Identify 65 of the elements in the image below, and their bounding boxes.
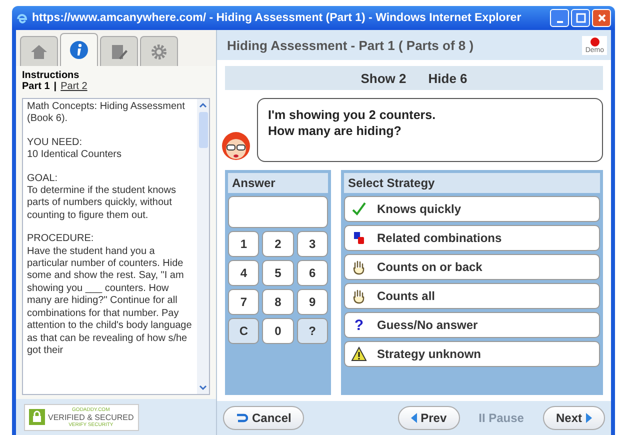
- window-title: https://www.amcanywhere.com/ - Hiding Assessment (Part 1) - Windows Internet Explorer: [32, 12, 522, 24]
- teacher-avatar-drawing: [221, 130, 251, 162]
- part-separator: |: [54, 81, 57, 92]
- sidebar-tab[interactable]: [100, 36, 138, 66]
- keypad-key[interactable]: 4: [228, 260, 260, 286]
- sidebar-tab[interactable]: [20, 36, 58, 66]
- hand-icon: [351, 288, 367, 304]
- prompt-text: How many are hiding?: [268, 123, 402, 139]
- left-triangle-icon: [410, 413, 417, 423]
- instruction-paragraph: YOU NEED: 10 Identical Counters: [27, 136, 123, 162]
- keypad-key[interactable]: 7: [228, 289, 260, 315]
- browser-logo-icon: [16, 12, 28, 24]
- settings-icon: [149, 42, 169, 62]
- keypad-key[interactable]: ?: [296, 318, 328, 344]
- keypad-key[interactable]: 3: [296, 231, 328, 257]
- close-icon: [596, 13, 606, 23]
- keypad-key[interactable]: 9: [296, 289, 328, 315]
- part-link[interactable]: Part 1: [22, 81, 50, 92]
- record-dot-icon: [590, 36, 600, 46]
- prompt-text: I'm showing you 2 counters.: [268, 107, 437, 123]
- instruction-paragraph: Math Concepts: Hiding Assessment (Book 6).: [27, 101, 186, 126]
- strategy-option[interactable]: Counts on or back: [344, 254, 600, 280]
- strategy-option[interactable]: Related combinations: [344, 225, 600, 251]
- scroll-up-icon[interactable]: [199, 102, 207, 108]
- assessment-title: Hiding Assessment - Part 1 ( Parts of 8 ): [227, 38, 475, 52]
- right-triangle-icon: [586, 413, 592, 423]
- keypad-key[interactable]: 1: [228, 231, 260, 257]
- strategy-option[interactable]: Knows quickly: [344, 196, 600, 222]
- scrollbar[interactable]: [197, 99, 209, 394]
- scrollbar-thumb[interactable]: [198, 112, 208, 148]
- question-mark-icon: ?: [351, 316, 367, 334]
- cancel-button[interactable]: Cancel: [223, 406, 304, 430]
- maximize-icon: [576, 13, 586, 23]
- answer-field[interactable]: [228, 196, 328, 228]
- close-button[interactable]: [592, 9, 611, 27]
- strategy-option[interactable]: Strategy unknown: [344, 341, 600, 367]
- check-icon: [351, 201, 367, 217]
- sidebar-tab[interactable]: [60, 33, 98, 66]
- next-button[interactable]: Next: [542, 406, 605, 430]
- part-link[interactable]: Part 2: [60, 81, 88, 92]
- minimize-icon: [556, 21, 562, 23]
- prev-button[interactable]: Prev: [398, 406, 460, 430]
- sidebar-tab[interactable]: [140, 36, 178, 66]
- hand-icon: [351, 259, 367, 275]
- answer-heading: Answer: [228, 173, 328, 193]
- strategy-option[interactable]: Counts all: [344, 283, 600, 309]
- count-label: Show 2: [360, 70, 406, 86]
- keypad-key[interactable]: 6: [296, 260, 328, 286]
- keypad-key[interactable]: 2: [262, 231, 294, 257]
- info-icon: [69, 40, 89, 60]
- maximize-button[interactable]: [571, 9, 590, 27]
- count-label: Hide 6: [428, 70, 468, 86]
- keypad-key[interactable]: 5: [262, 260, 294, 286]
- instruction-paragraph: PROCEDURE: Have the student hand you a particular number of counters. Hide some and show the rest. Say, "I am showing you ___ counters. How many are hiding?" Continue for all combinations for that number. Pay attention to the child's body language as that can be revealing of how s/he got their: [27, 233, 193, 358]
- keypad-key[interactable]: 8: [262, 289, 294, 315]
- scroll-down-icon[interactable]: [199, 385, 207, 391]
- strategy-heading: Select Strategy: [344, 173, 600, 193]
- instructions-heading: Instructions: [22, 70, 80, 81]
- strategy-option[interactable]: ? Guess/No answer: [344, 312, 600, 338]
- keypad-key[interactable]: C: [228, 318, 260, 344]
- instruction-paragraph: GOAL: To determine if the student knows parts of numbers quickly, without counting to figure them out.: [27, 172, 177, 222]
- blocks-icon: [351, 230, 367, 246]
- warning-icon: [351, 346, 367, 362]
- minimize-button[interactable]: [550, 9, 569, 27]
- keypad-key[interactable]: 0: [262, 318, 294, 344]
